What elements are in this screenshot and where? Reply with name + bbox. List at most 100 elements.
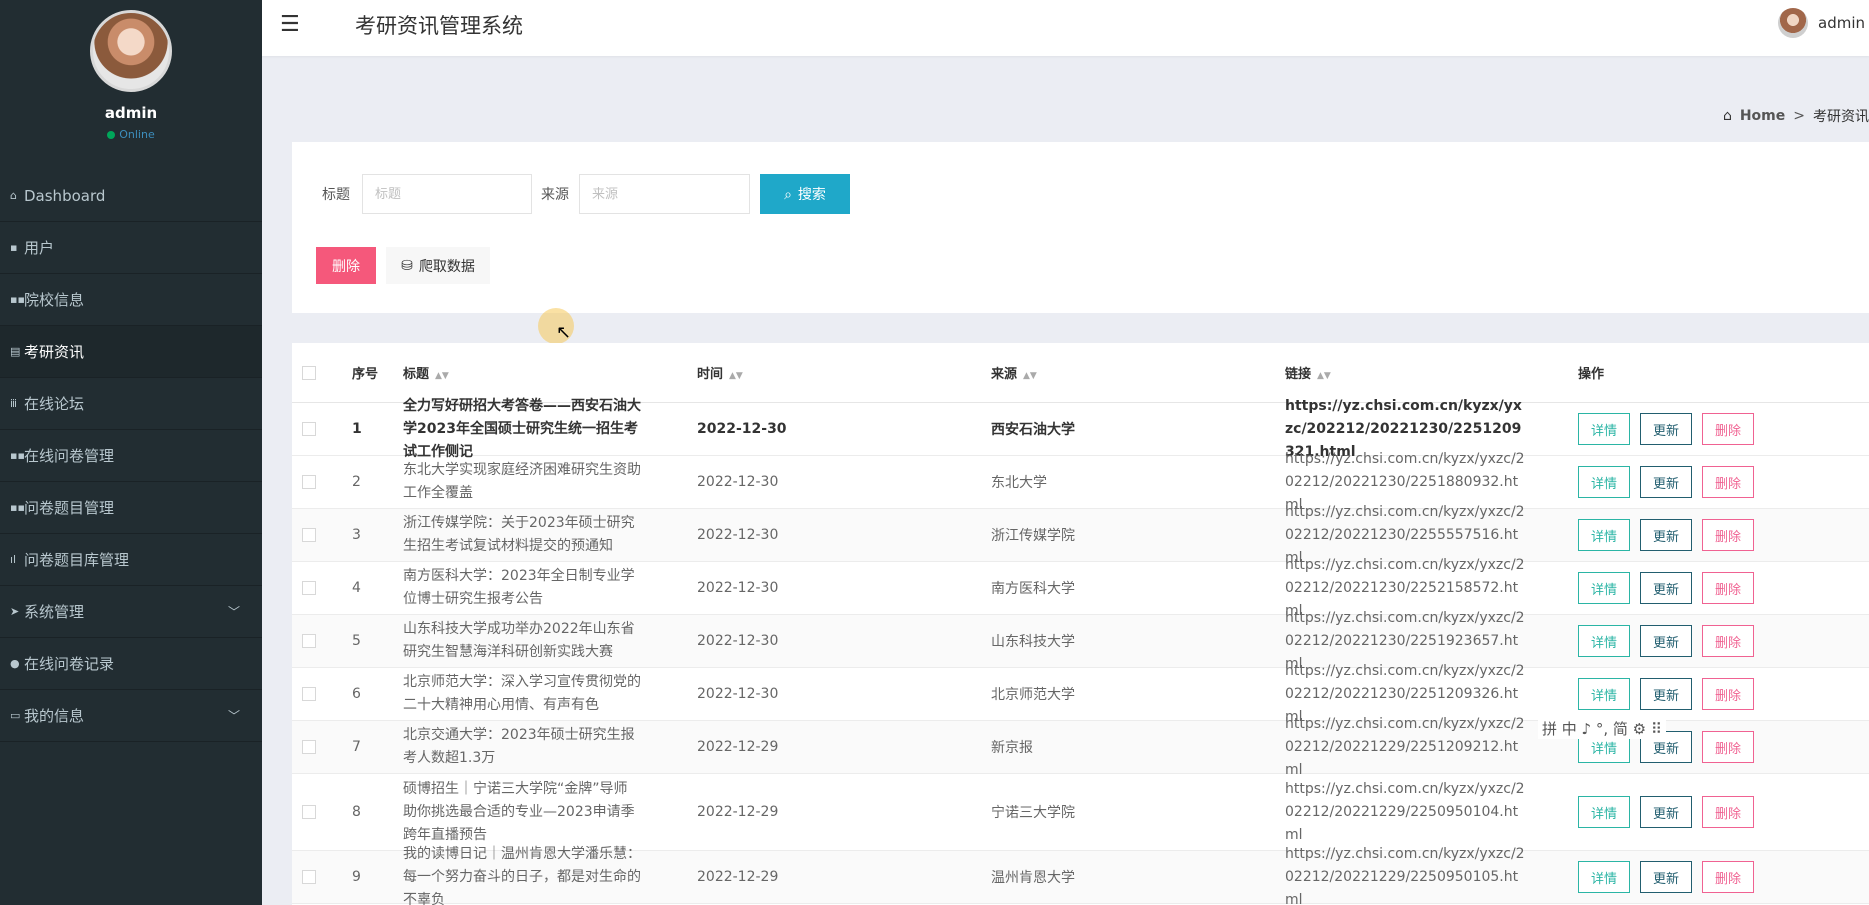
breadcrumb: ⌂ Home > 考研资讯 xyxy=(1723,106,1869,126)
row-source: 东北大学 xyxy=(991,475,1047,491)
sidebar-item-survey-manage[interactable]: ▪▪ 在线问卷管理 xyxy=(0,430,262,482)
row-delete-button[interactable]: 删除 xyxy=(1702,572,1755,604)
sidebar-item-forum[interactable]: ⅲ 在线论坛 xyxy=(0,378,262,430)
search-button[interactable]: ⌕ 搜索 xyxy=(760,174,850,214)
sidebar-item-schools[interactable]: ▪▪ 院校信息 xyxy=(0,274,262,326)
row-time: 2022-12-30 xyxy=(697,633,779,649)
detail-button[interactable]: 详情 xyxy=(1578,413,1631,445)
home-icon: ⌂ xyxy=(1722,108,1732,124)
user-menu[interactable]: admin xyxy=(1778,8,1869,38)
detail-button[interactable]: 详情 xyxy=(1578,861,1631,893)
row-delete-button[interactable]: 删除 xyxy=(1702,796,1755,828)
chevron-down-icon: ﹀ xyxy=(227,605,240,619)
sidebar-item-label: 用户 xyxy=(24,239,55,257)
col-title[interactable]: 标题 ▲▼ xyxy=(403,363,449,382)
sidebar-item-users[interactable]: ▪ 用户 xyxy=(0,222,262,274)
update-button[interactable]: 更新 xyxy=(1640,861,1693,893)
user-status: Online xyxy=(107,128,155,141)
online-dot-icon xyxy=(107,130,116,139)
sidebar-item-dashboard[interactable]: ⌂ Dashboard xyxy=(0,170,262,222)
row-delete-button[interactable]: 删除 xyxy=(1702,466,1755,498)
row-source: 山东科技大学 xyxy=(991,634,1075,650)
sidebar-item-news[interactable]: ▤ 考研资讯 xyxy=(0,326,262,378)
row-checkbox[interactable] xyxy=(302,475,316,489)
update-button[interactable]: 更新 xyxy=(1640,413,1693,445)
bars-icon: ⅲ xyxy=(10,397,18,410)
sidebar-item-label: 问卷题目库管理 xyxy=(24,551,130,569)
breadcrumb-current: 考研资讯 xyxy=(1813,109,1869,125)
col-link[interactable]: 链接 ▲▼ xyxy=(1285,363,1331,382)
row-delete-button[interactable]: 删除 xyxy=(1702,413,1755,445)
sidebar-item-my-info[interactable]: ▭ 我的信息 ﹀ xyxy=(0,690,262,742)
detail-button[interactable]: 详情 xyxy=(1578,625,1631,657)
row-source: 温州肯恩大学 xyxy=(991,870,1075,886)
title-search-input[interactable] xyxy=(362,174,532,214)
delete-button[interactable]: 删除 xyxy=(316,247,376,284)
row-link[interactable]: https://yz.chsi.com.cn/kyzx/yxzc/202212/… xyxy=(1285,778,1525,847)
app-title: 考研资讯管理系统 xyxy=(355,14,523,38)
menu-toggle-icon[interactable]: ☰ xyxy=(280,12,300,37)
detail-button[interactable]: 详情 xyxy=(1578,572,1631,604)
detail-button[interactable]: 详情 xyxy=(1578,796,1631,828)
database-icon: ⛁ xyxy=(401,257,413,273)
row-delete-button[interactable]: 删除 xyxy=(1702,861,1755,893)
update-button[interactable]: 更新 xyxy=(1640,678,1693,710)
row-link[interactable]: https://yz.chsi.com.cn/kyzx/yxzc/202212/… xyxy=(1285,713,1525,782)
row-delete-button[interactable]: 删除 xyxy=(1702,731,1755,763)
row-no: 9 xyxy=(352,869,361,885)
detail-button[interactable]: 详情 xyxy=(1578,519,1631,551)
update-button[interactable]: 更新 xyxy=(1640,572,1693,604)
crawl-button[interactable]: ⛁ 爬取数据 xyxy=(386,247,490,284)
row-checkbox[interactable] xyxy=(302,687,316,701)
sidebar-item-label: 在线问卷管理 xyxy=(24,447,115,465)
row-checkbox[interactable] xyxy=(302,581,316,595)
table-row: 6 北京师范大学：深入学习宣传贯彻党的二十大精神用心用情、有声有色 2022-12-… xyxy=(292,663,1869,725)
col-time[interactable]: 时间 ▲▼ xyxy=(697,363,743,382)
select-all-checkbox[interactable] xyxy=(302,365,316,380)
search-panel: 标题 来源 ⌕ 搜索 删除 ⛁ 爬取数据 xyxy=(292,142,1869,313)
row-checkbox[interactable] xyxy=(302,634,316,648)
card-icon: ▭ xyxy=(10,709,21,722)
news-table: 序号 标题 ▲▼ 时间 ▲▼ 来源 ▲▼ 链接 ▲▼ 操作 1 全力写好研招大考答卷——西… xyxy=(292,343,1869,905)
update-button[interactable]: 更新 xyxy=(1640,796,1693,828)
row-source: 南方医科大学 xyxy=(991,581,1075,597)
row-delete-button[interactable]: 删除 xyxy=(1702,519,1755,551)
sidebar-item-survey-records[interactable]: ● 在线问卷记录 xyxy=(0,638,262,690)
row-delete-button[interactable]: 删除 xyxy=(1702,678,1755,710)
table-row: 4 南方医科大学：2023年全日制专业学位博士研究生报考公告 2022-12-30 南… xyxy=(292,557,1869,619)
col-source[interactable]: 来源 ▲▼ xyxy=(991,363,1037,382)
row-checkbox[interactable] xyxy=(302,740,316,754)
row-time: 2022-12-30 xyxy=(697,580,779,596)
update-button[interactable]: 更新 xyxy=(1640,466,1693,498)
table-row: 5 山东科技大学成功举办2022年山东省研究生智慧海洋科研创新实践大赛 2022-1… xyxy=(292,610,1869,672)
breadcrumb-home[interactable]: Home xyxy=(1740,108,1785,124)
row-time: 2022-12-29 xyxy=(697,739,779,755)
source-search-input[interactable] xyxy=(579,174,750,214)
row-delete-button[interactable]: 删除 xyxy=(1702,625,1755,657)
row-checkbox[interactable] xyxy=(302,422,316,436)
row-actions: 详情 更新 删除 xyxy=(1578,466,1755,498)
sidebar-item-question-bank[interactable]: ıl 问卷题目库管理 xyxy=(0,534,262,586)
row-checkbox[interactable] xyxy=(302,528,316,542)
row-link[interactable]: https://yz.chsi.com.cn/kyzx/yxzc/202212/… xyxy=(1285,843,1525,905)
table-row: 8 硕博招生｜宁诺三大学院“金牌”导师助你挑选最合适的专业—2023申请季跨年直播… xyxy=(292,774,1869,851)
sidebar-menu: ⌂ Dashboard ▪ 用户 ▪▪ 院校信息 ▤ 考研资讯 ⅲ 在线论坛 ▪▪ 在线问卷… xyxy=(0,170,262,742)
col-source-label: 来源 xyxy=(991,367,1018,382)
update-button[interactable]: 更新 xyxy=(1640,519,1693,551)
chevron-down-icon: ﹀ xyxy=(227,709,240,723)
row-time: 2022-12-30 xyxy=(697,527,779,543)
row-checkbox[interactable] xyxy=(302,870,316,884)
sidebar-item-question-manage[interactable]: ▪▪ 问卷题目管理 xyxy=(0,482,262,534)
ime-toolbar[interactable]: 拼 中 ♪ °, 简 ⚙ ⠿ xyxy=(1538,718,1666,739)
row-time: 2022-12-29 xyxy=(697,804,779,820)
row-actions: 详情 更新 删除 xyxy=(1578,625,1755,657)
sidebar-item-system[interactable]: ➤ 系统管理 ﹀ xyxy=(0,586,262,638)
detail-button[interactable]: 详情 xyxy=(1578,466,1631,498)
sidebar-item-label: 在线论坛 xyxy=(24,395,85,413)
update-button[interactable]: 更新 xyxy=(1640,625,1693,657)
table-body: 1 全力写好研招大考答卷——西安石油大学2023年全国硕士研究生统一招生考试工作侧… xyxy=(292,398,1869,905)
search-icon: ⌕ xyxy=(784,185,792,202)
row-checkbox[interactable] xyxy=(302,805,316,819)
detail-button[interactable]: 详情 xyxy=(1578,678,1631,710)
avatar xyxy=(90,10,172,92)
